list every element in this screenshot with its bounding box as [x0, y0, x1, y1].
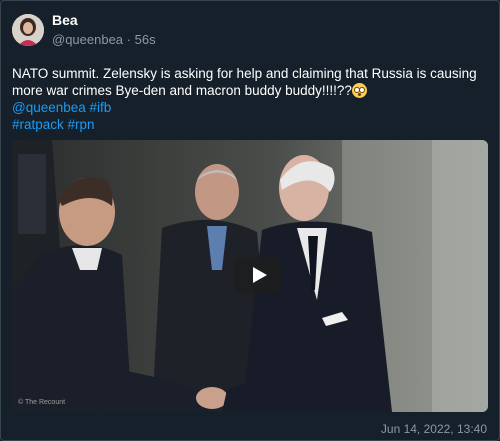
author-name[interactable]: Bea — [52, 12, 78, 28]
hashtag-link[interactable]: #ratpack — [12, 117, 64, 132]
author-handle[interactable]: @queenbea — [52, 32, 123, 47]
play-button[interactable] — [234, 257, 282, 293]
author-meta: @queenbea · 56s — [52, 32, 156, 47]
avatar-image — [12, 14, 44, 46]
hashtag-link[interactable]: #ifb — [90, 100, 112, 115]
tweet-card[interactable]: Bea @queenbea · 56s NATO summit. Zelensk… — [0, 0, 500, 441]
avatar[interactable] — [12, 14, 44, 46]
mention-link[interactable]: @queenbea — [12, 100, 86, 115]
flushed-face-icon — [351, 83, 367, 98]
meta-separator: · — [126, 32, 132, 47]
post-timestamp[interactable]: Jun 14, 2022, 13:40 — [381, 422, 487, 436]
tweet-text: NATO summit. Zelensky is asking for help… — [12, 65, 492, 133]
post-age[interactable]: 56s — [135, 32, 156, 47]
video-watermark: © The Recount — [18, 399, 66, 406]
hashtag-link[interactable]: #rpn — [68, 117, 95, 132]
video-player[interactable]: © The Recount — [12, 140, 488, 412]
tweet-body: NATO summit. Zelensky is asking for help… — [12, 66, 477, 98]
